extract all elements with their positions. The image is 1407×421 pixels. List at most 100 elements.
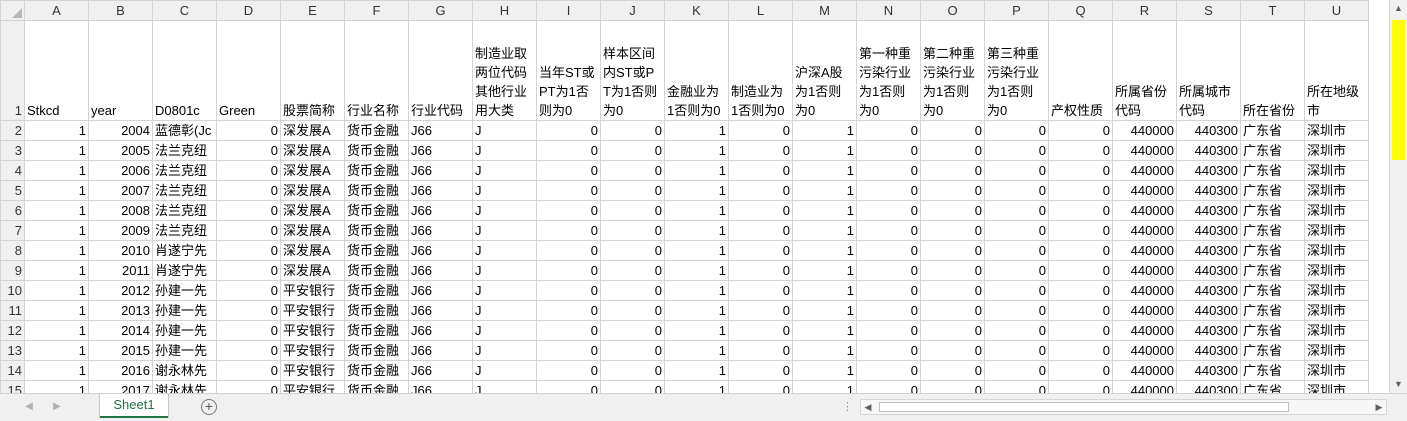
cell-b11[interactable]: 2013 xyxy=(88,300,153,321)
cell-p2[interactable]: 0 xyxy=(984,120,1049,141)
cell-o3[interactable]: 0 xyxy=(920,140,985,161)
cell-u5[interactable]: 深圳市 xyxy=(1304,180,1369,201)
cell-b6[interactable]: 2008 xyxy=(88,200,153,221)
cell-h5[interactable]: J xyxy=(472,180,537,201)
cell-f3[interactable]: 货币金融 xyxy=(344,140,409,161)
cell-h1[interactable]: 制造业取两位代码其他行业用大类 xyxy=(472,20,537,121)
cell-l11[interactable]: 0 xyxy=(728,300,793,321)
cell-t10[interactable]: 广东省 xyxy=(1240,280,1305,301)
cell-p15[interactable]: 0 xyxy=(984,380,1049,393)
cell-c15[interactable]: 谢永林先 xyxy=(152,380,217,393)
cell-c2[interactable]: 蓝德彰(Jc xyxy=(152,120,217,141)
cell-s10[interactable]: 440300 xyxy=(1176,280,1241,301)
cell-k14[interactable]: 1 xyxy=(664,360,729,381)
cell-j8[interactable]: 0 xyxy=(600,240,665,261)
cell-j1[interactable]: 样本区间内ST或PT为1否则为0 xyxy=(600,20,665,121)
cell-n7[interactable]: 0 xyxy=(856,220,921,241)
cell-i8[interactable]: 0 xyxy=(536,240,601,261)
cell-s15[interactable]: 440300 xyxy=(1176,380,1241,393)
cell-b12[interactable]: 2014 xyxy=(88,320,153,341)
cell-k4[interactable]: 1 xyxy=(664,160,729,181)
cell-h3[interactable]: J xyxy=(472,140,537,161)
cell-t6[interactable]: 广东省 xyxy=(1240,200,1305,221)
cell-e9[interactable]: 深发展A xyxy=(280,260,345,281)
cell-k13[interactable]: 1 xyxy=(664,340,729,361)
scroll-down-icon[interactable]: ▼ xyxy=(1390,376,1407,393)
cell-h7[interactable]: J xyxy=(472,220,537,241)
cell-a7[interactable]: 1 xyxy=(24,220,89,241)
cell-r9[interactable]: 440000 xyxy=(1112,260,1177,281)
column-header-r[interactable]: R xyxy=(1112,0,1177,21)
cell-j6[interactable]: 0 xyxy=(600,200,665,221)
cell-i14[interactable]: 0 xyxy=(536,360,601,381)
cell-a6[interactable]: 1 xyxy=(24,200,89,221)
cell-t8[interactable]: 广东省 xyxy=(1240,240,1305,261)
cell-f13[interactable]: 货币金融 xyxy=(344,340,409,361)
scroll-left-icon[interactable]: ◀ xyxy=(861,400,875,414)
cell-e8[interactable]: 深发展A xyxy=(280,240,345,261)
cell-g5[interactable]: J66 xyxy=(408,180,473,201)
column-header-n[interactable]: N xyxy=(856,0,921,21)
cell-d12[interactable]: 0 xyxy=(216,320,281,341)
cell-q15[interactable]: 0 xyxy=(1048,380,1113,393)
cell-e3[interactable]: 深发展A xyxy=(280,140,345,161)
cell-p5[interactable]: 0 xyxy=(984,180,1049,201)
cell-s5[interactable]: 440300 xyxy=(1176,180,1241,201)
column-header-e[interactable]: E xyxy=(280,0,345,21)
cell-s2[interactable]: 440300 xyxy=(1176,120,1241,141)
cell-m9[interactable]: 1 xyxy=(792,260,857,281)
cell-t2[interactable]: 广东省 xyxy=(1240,120,1305,141)
cell-h13[interactable]: J xyxy=(472,340,537,361)
cell-m13[interactable]: 1 xyxy=(792,340,857,361)
spreadsheet-grid[interactable]: ABCDEFGHIJKLMNOPQRSTU 1 Stkcd year D0801c Gr… xyxy=(0,0,1389,393)
cell-f9[interactable]: 货币金融 xyxy=(344,260,409,281)
cell-s14[interactable]: 440300 xyxy=(1176,360,1241,381)
cell-n9[interactable]: 0 xyxy=(856,260,921,281)
cell-g4[interactable]: J66 xyxy=(408,160,473,181)
cell-k2[interactable]: 1 xyxy=(664,120,729,141)
cell-n1[interactable]: 第一种重污染行业为1否则为0 xyxy=(856,20,921,121)
row-header[interactable]: 14 xyxy=(0,360,25,381)
tab-nav-next-icon[interactable]: ▶ xyxy=(50,400,64,414)
cell-d15[interactable]: 0 xyxy=(216,380,281,393)
cell-c10[interactable]: 孙建一先 xyxy=(152,280,217,301)
cell-r3[interactable]: 440000 xyxy=(1112,140,1177,161)
row-header[interactable]: 6 xyxy=(0,200,25,221)
cell-m2[interactable]: 1 xyxy=(792,120,857,141)
cell-d8[interactable]: 0 xyxy=(216,240,281,261)
cell-b5[interactable]: 2007 xyxy=(88,180,153,201)
cell-t1[interactable]: 所在省份 xyxy=(1240,20,1305,121)
cell-a3[interactable]: 1 xyxy=(24,140,89,161)
cell-c11[interactable]: 孙建一先 xyxy=(152,300,217,321)
cell-e10[interactable]: 平安银行 xyxy=(280,280,345,301)
cell-h15[interactable]: J xyxy=(472,380,537,393)
cell-u10[interactable]: 深圳市 xyxy=(1304,280,1369,301)
cell-f8[interactable]: 货币金融 xyxy=(344,240,409,261)
row-header[interactable]: 2 xyxy=(0,120,25,141)
cell-e6[interactable]: 深发展A xyxy=(280,200,345,221)
cell-p4[interactable]: 0 xyxy=(984,160,1049,181)
cell-h12[interactable]: J xyxy=(472,320,537,341)
cell-r14[interactable]: 440000 xyxy=(1112,360,1177,381)
cell-p3[interactable]: 0 xyxy=(984,140,1049,161)
cell-o9[interactable]: 0 xyxy=(920,260,985,281)
cell-j3[interactable]: 0 xyxy=(600,140,665,161)
cell-a9[interactable]: 1 xyxy=(24,260,89,281)
cell-n10[interactable]: 0 xyxy=(856,280,921,301)
cell-m5[interactable]: 1 xyxy=(792,180,857,201)
cell-j10[interactable]: 0 xyxy=(600,280,665,301)
cell-n6[interactable]: 0 xyxy=(856,200,921,221)
cell-c3[interactable]: 法兰克纽 xyxy=(152,140,217,161)
column-header-g[interactable]: G xyxy=(408,0,473,21)
cell-t15[interactable]: 广东省 xyxy=(1240,380,1305,393)
cell-r1[interactable]: 所属省份代码 xyxy=(1112,20,1177,121)
cell-a5[interactable]: 1 xyxy=(24,180,89,201)
cell-o10[interactable]: 0 xyxy=(920,280,985,301)
cell-s6[interactable]: 440300 xyxy=(1176,200,1241,221)
cell-p1[interactable]: 第三种重污染行业为1否则为0 xyxy=(984,20,1049,121)
cell-g7[interactable]: J66 xyxy=(408,220,473,241)
cell-u11[interactable]: 深圳市 xyxy=(1304,300,1369,321)
cell-u3[interactable]: 深圳市 xyxy=(1304,140,1369,161)
cell-i1[interactable]: 当年ST或PT为1否则为0 xyxy=(536,20,601,121)
cell-c8[interactable]: 肖遂宁先 xyxy=(152,240,217,261)
